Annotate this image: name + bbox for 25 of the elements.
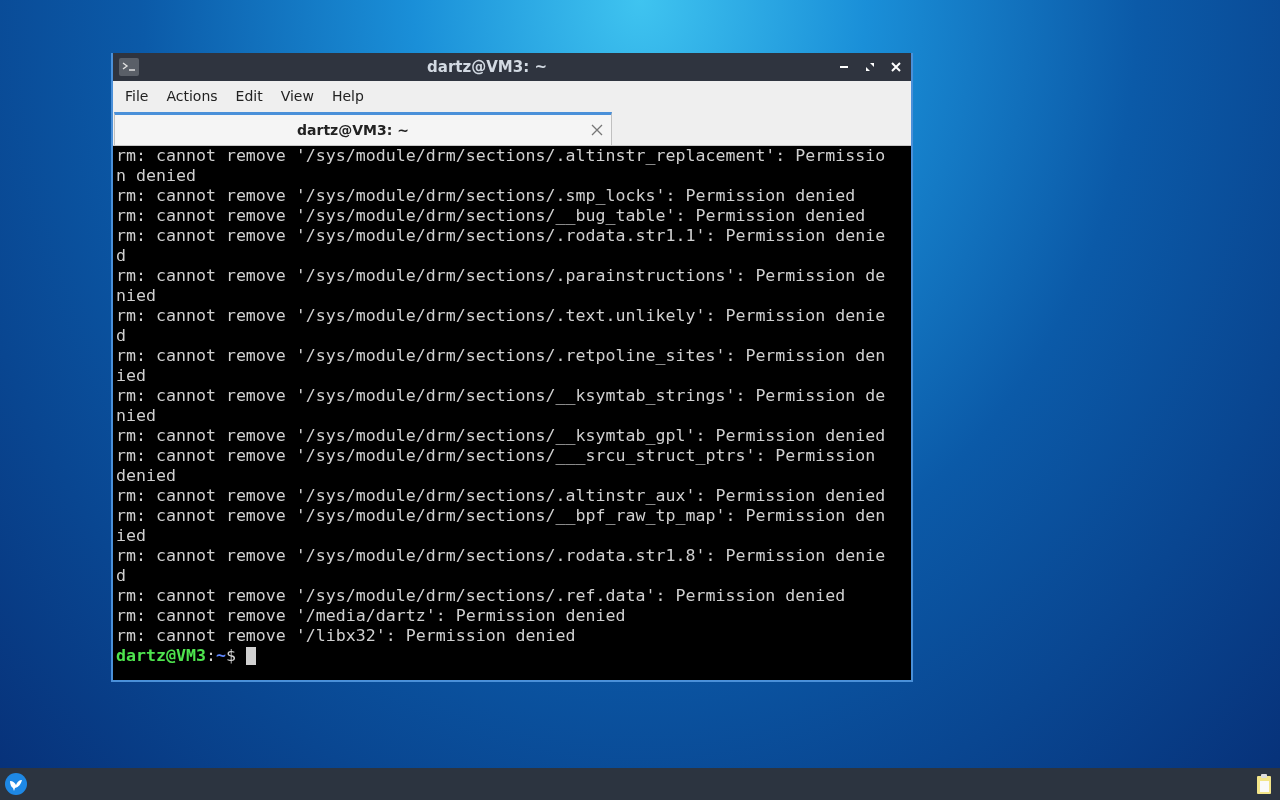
bird-icon[interactable] <box>4 772 28 796</box>
menu-item[interactable]: Actions <box>158 88 226 104</box>
terminal-icon <box>119 58 139 76</box>
output-line: rm: cannot remove '/sys/module/drm/sections/__ksymtab_gpl': Permission denied <box>116 426 886 446</box>
menu-item[interactable]: View <box>272 88 322 104</box>
prompt-separator: : <box>205 646 216 666</box>
close-icon <box>891 62 901 72</box>
output-line: rm: cannot remove '/sys/module/drm/sections/__bug_table': Permission denied <box>116 206 867 226</box>
prompt-symbol: $ <box>225 646 236 666</box>
tab[interactable]: dartz@VM3: ~ <box>114 112 612 145</box>
output-line: rm: cannot remove '/sys/module/drm/sections/.ref.data': Permission denied <box>116 586 847 606</box>
text-cursor <box>245 647 256 665</box>
menu-item[interactable]: Edit <box>227 88 271 104</box>
minimize-icon <box>840 66 848 68</box>
maximize-icon <box>865 62 875 72</box>
close-icon[interactable] <box>591 124 603 136</box>
prompt-user: dartz@VM3 <box>116 646 206 666</box>
output-line: rm: cannot remove '/media/dartz': Permission denied <box>116 606 627 626</box>
prompt-path: ~ <box>215 646 226 666</box>
window-title: dartz@VM3: ~ <box>426 58 548 76</box>
output-line: rm: cannot remove '/sys/module/drm/sections/.altinstr_aux': Permission denied <box>116 486 886 506</box>
menu-item[interactable]: File <box>117 88 157 104</box>
menu-item[interactable]: Help <box>323 88 372 104</box>
output-line: rm: cannot remove '/libx32': Permission denied <box>116 626 577 646</box>
output-line: rm: cannot remove '/sys/module/drm/sections/.smp_locks': Permission denied <box>116 186 857 206</box>
